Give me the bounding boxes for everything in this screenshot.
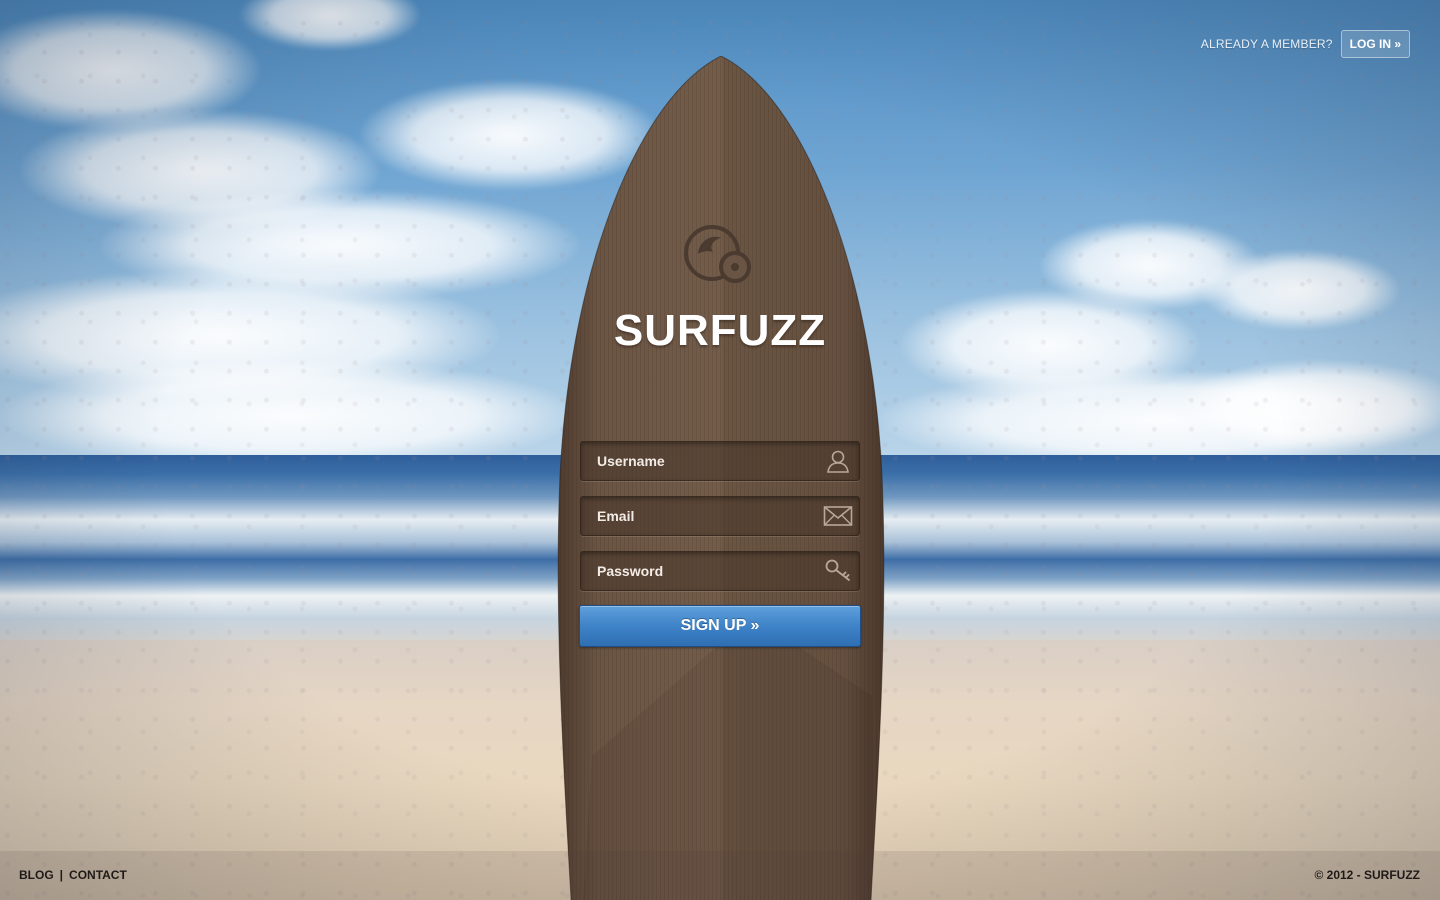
- footer-link-blog[interactable]: BLOG: [19, 868, 54, 882]
- surfuzz-logo-icon: [683, 224, 759, 288]
- footer-links: BLOG | CONTACT: [19, 868, 127, 882]
- user-icon: [823, 446, 853, 476]
- copyright: © 2012 - SURFUZZ: [1314, 868, 1420, 882]
- username-input[interactable]: [581, 442, 823, 480]
- key-icon: [823, 556, 853, 586]
- signup-button[interactable]: SIGN UP »: [579, 605, 861, 647]
- footer-separator: |: [59, 868, 64, 882]
- signup-page: ALREADY A MEMBER? LOG IN » SURFUZZ Usern…: [0, 0, 1440, 900]
- footer-bar: [0, 851, 1440, 900]
- envelope-icon: [823, 501, 853, 531]
- email-field: [580, 496, 860, 536]
- password-input[interactable]: [581, 552, 823, 590]
- username-field: [580, 441, 860, 481]
- password-field: [580, 551, 860, 591]
- login-button[interactable]: LOG IN »: [1340, 30, 1410, 58]
- footer-link-contact[interactable]: CONTACT: [69, 868, 127, 882]
- email-input[interactable]: [581, 497, 823, 535]
- brand-title: SURFUZZ: [613, 306, 827, 355]
- member-prompt: ALREADY A MEMBER?: [1200, 37, 1333, 51]
- member-login-area: ALREADY A MEMBER? LOG IN »: [1201, 30, 1410, 58]
